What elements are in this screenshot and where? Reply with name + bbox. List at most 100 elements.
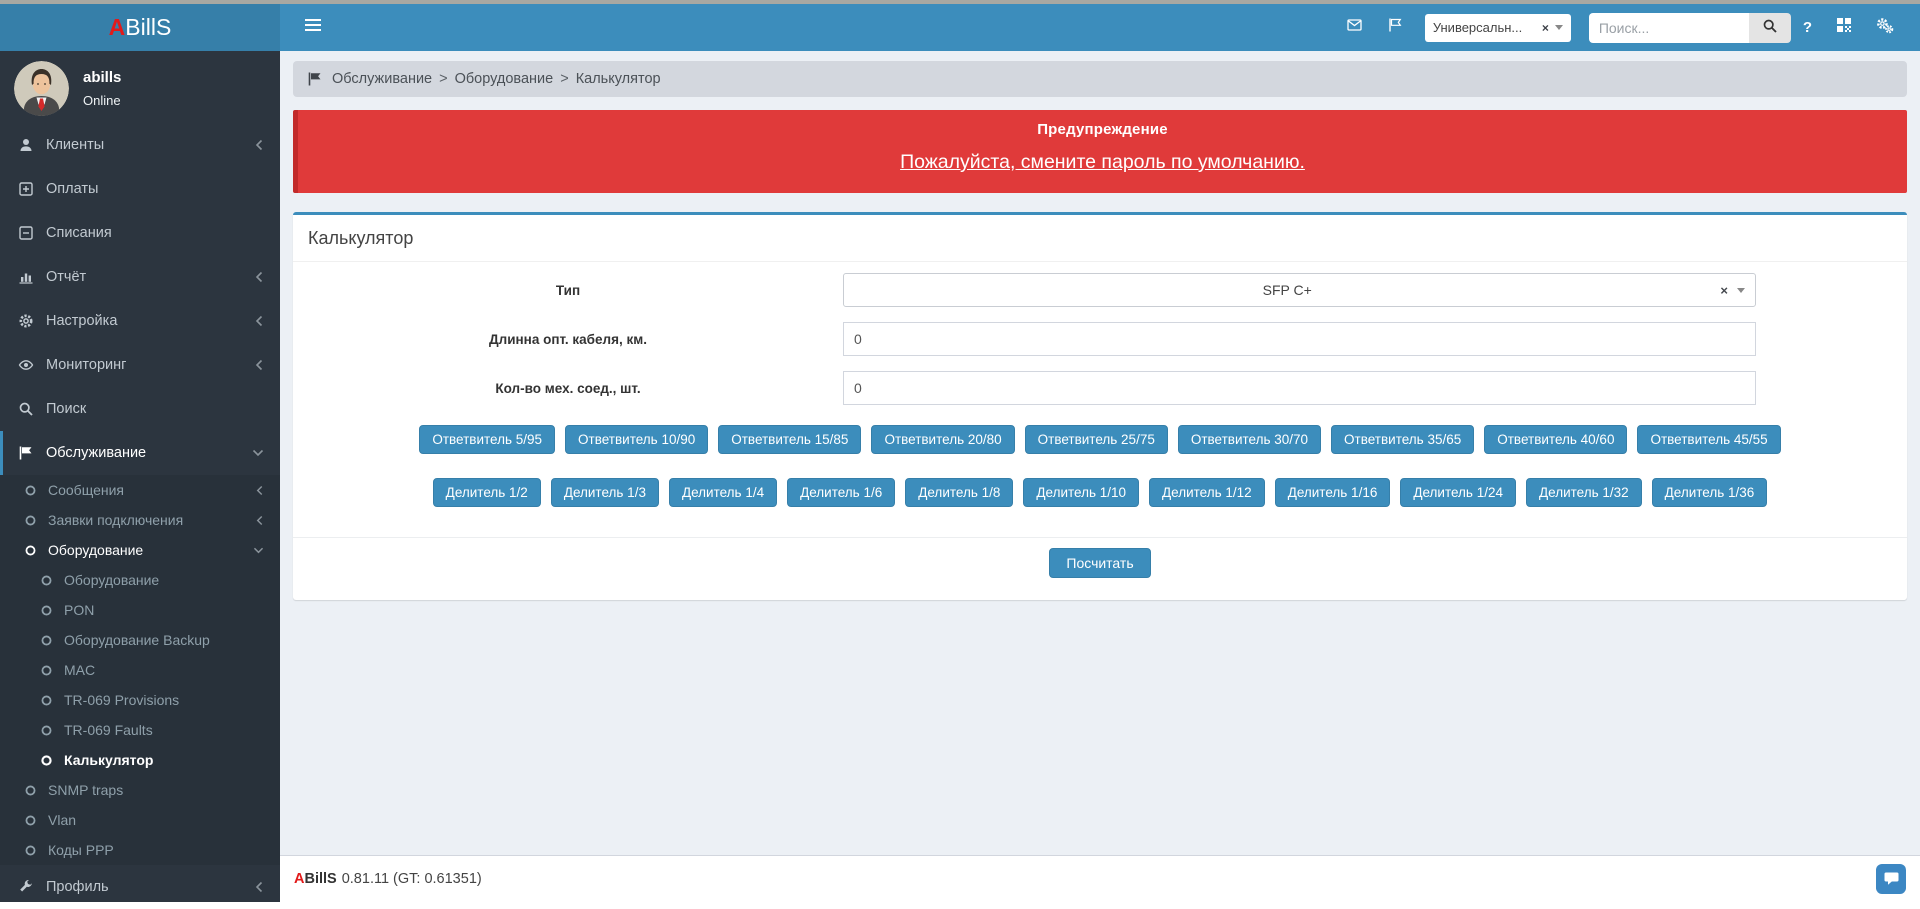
search-icon: [1762, 18, 1778, 37]
sidebar-item-vlan[interactable]: Vlan: [0, 805, 280, 835]
sidebar-item-equipment[interactable]: Оборудование: [0, 535, 280, 565]
sidebar-item-label: Списания: [46, 225, 264, 241]
version-text: 0.81.11 (GT: 0.61351): [342, 871, 482, 887]
breadcrumb-item-equipment[interactable]: Оборудование: [455, 71, 554, 87]
sidebar-item-equipment-backup[interactable]: Оборудование Backup: [0, 625, 280, 655]
divider-button[interactable]: Делитель 1/32: [1526, 478, 1642, 507]
sidebar-item-charges[interactable]: Списания: [0, 211, 280, 255]
circle-icon: [40, 754, 54, 767]
divider-button[interactable]: Делитель 1/2: [433, 478, 541, 507]
sidebar-item-tr069-faults[interactable]: TR-069 Faults: [0, 715, 280, 745]
search-button[interactable]: [1749, 13, 1791, 43]
sidebar-item-label: TR-069 Provisions: [64, 692, 264, 708]
sidebar-item-calculator[interactable]: Калькулятор: [0, 745, 280, 775]
sidebar-toggle-button[interactable]: [294, 10, 332, 45]
qr-code-icon: [1836, 17, 1852, 38]
divider-button[interactable]: Делитель 1/3: [551, 478, 659, 507]
chevron-left-icon: [254, 139, 264, 151]
breadcrumb: Обслуживание > Оборудование > Калькулято…: [293, 61, 1907, 97]
change-password-link[interactable]: Пожалуйста, смените пароль по умолчанию.: [900, 151, 1305, 174]
main-content: Обслуживание > Оборудование > Калькулято…: [280, 51, 1920, 855]
connectors-input[interactable]: [843, 371, 1756, 405]
sidebar-item-tr069-provisions[interactable]: TR-069 Provisions: [0, 685, 280, 715]
divider-button[interactable]: Делитель 1/36: [1652, 478, 1768, 507]
sidebar-item-label: SNMP traps: [48, 782, 264, 798]
divider-button[interactable]: Делитель 1/4: [669, 478, 777, 507]
top-navbar: ABillS Универсальн... ×: [0, 4, 1920, 51]
sidebar-item-label: Оплаты: [46, 181, 264, 197]
sidebar-item-mac[interactable]: MAC: [0, 655, 280, 685]
sidebar-item-profile[interactable]: Профиль: [0, 865, 280, 909]
clear-selection-icon[interactable]: ×: [1542, 21, 1549, 35]
form-row-cable-length: Длинна опт. кабеля, км.: [293, 322, 1907, 356]
divider-button[interactable]: Делитель 1/8: [905, 478, 1013, 507]
qr-code-button[interactable]: [1824, 11, 1864, 44]
hamburger-icon: [304, 18, 322, 37]
flag-icon: [16, 445, 36, 461]
reports-flag-button[interactable]: [1375, 11, 1415, 44]
tap-button[interactable]: Ответвитель 10/90: [565, 425, 708, 454]
clear-selection-icon[interactable]: ×: [1720, 283, 1728, 298]
divider-button[interactable]: Делитель 1/24: [1400, 478, 1516, 507]
minus-square-icon: [16, 225, 36, 241]
sidebar-item-search[interactable]: Поиск: [0, 387, 280, 431]
sidebar-item-clients[interactable]: Клиенты: [0, 123, 280, 167]
tap-button[interactable]: Ответвитель 40/60: [1484, 425, 1627, 454]
breadcrumb-item-service[interactable]: Обслуживание: [332, 71, 432, 87]
messages-button[interactable]: [1334, 11, 1375, 44]
page-footer: ABillS 0.81.11 (GT: 0.61351): [280, 855, 1920, 902]
sidebar-item-ppp-codes[interactable]: Коды PPP: [0, 835, 280, 865]
tap-button[interactable]: Ответвитель 45/55: [1637, 425, 1780, 454]
sidebar-item-reports[interactable]: Отчёт: [0, 255, 280, 299]
user-panel: abills Online: [0, 53, 280, 123]
circle-icon: [24, 484, 38, 497]
flag-icon: [307, 71, 323, 87]
sidebar-menu: Клиенты Оплаты Списания Отчёт Настройка …: [0, 123, 280, 909]
sidebar-item-label: Оборудование: [48, 542, 253, 558]
sidebar-item-equipment-list[interactable]: Оборудование: [0, 565, 280, 595]
tap-button[interactable]: Ответвитель 30/70: [1178, 425, 1321, 454]
sidebar-item-payments[interactable]: Оплаты: [0, 167, 280, 211]
circle-icon: [24, 814, 38, 827]
divider-button[interactable]: Делитель 1/6: [787, 478, 895, 507]
divider-button[interactable]: Делитель 1/16: [1275, 478, 1391, 507]
sidebar-item-label: Коды PPP: [48, 842, 264, 858]
app-logo[interactable]: ABillS: [0, 4, 280, 51]
tap-button[interactable]: Ответвитель 15/85: [718, 425, 861, 454]
circle-icon: [24, 544, 38, 557]
type-select-value: SFP C+: [854, 282, 1720, 298]
sidebar-item-snmp-traps[interactable]: SNMP traps: [0, 775, 280, 805]
warning-title: Предупреждение: [298, 121, 1907, 138]
tap-button[interactable]: Ответвитель 35/65: [1331, 425, 1474, 454]
admin-settings-button[interactable]: [1864, 11, 1906, 45]
sidebar-item-settings[interactable]: Настройка: [0, 299, 280, 343]
plus-square-icon: [16, 181, 36, 197]
wrench-icon: [16, 879, 36, 895]
sidebar-item-monitoring[interactable]: Мониторинг: [0, 343, 280, 387]
profile-template-select[interactable]: Универсальн... ×: [1425, 14, 1571, 42]
tap-button[interactable]: Ответвитель 20/80: [871, 425, 1014, 454]
divider-button[interactable]: Делитель 1/12: [1149, 478, 1265, 507]
chat-button[interactable]: [1876, 864, 1906, 894]
type-label: Тип: [293, 283, 843, 298]
circle-icon: [40, 724, 54, 737]
sidebar-item-messages[interactable]: Сообщения: [0, 475, 280, 505]
search-input[interactable]: [1589, 13, 1749, 43]
chevron-left-icon: [255, 515, 264, 526]
sidebar-item-pon[interactable]: PON: [0, 595, 280, 625]
cable-length-input[interactable]: [843, 322, 1756, 356]
chat-bubble-icon: [1883, 870, 1900, 889]
chevron-left-icon: [254, 271, 264, 283]
sidebar-item-label: Vlan: [48, 812, 264, 828]
calculate-button[interactable]: Посчитать: [1049, 548, 1150, 578]
type-select[interactable]: SFP C+ ×: [843, 273, 1756, 307]
help-button[interactable]: ?: [1791, 13, 1824, 42]
sidebar-item-service[interactable]: Обслуживание: [0, 431, 280, 475]
divider-button[interactable]: Делитель 1/10: [1023, 478, 1139, 507]
form-row-type: Тип SFP C+ ×: [293, 273, 1907, 307]
tap-button[interactable]: Ответвитель 5/95: [419, 425, 555, 454]
sidebar-item-connection-requests[interactable]: Заявки подключения: [0, 505, 280, 535]
tap-button[interactable]: Ответвитель 25/75: [1025, 425, 1168, 454]
calculator-form: Тип SFP C+ × Длинна опт. кабеля, км. Кол…: [293, 262, 1907, 600]
panel-footer: Посчитать: [293, 537, 1907, 600]
